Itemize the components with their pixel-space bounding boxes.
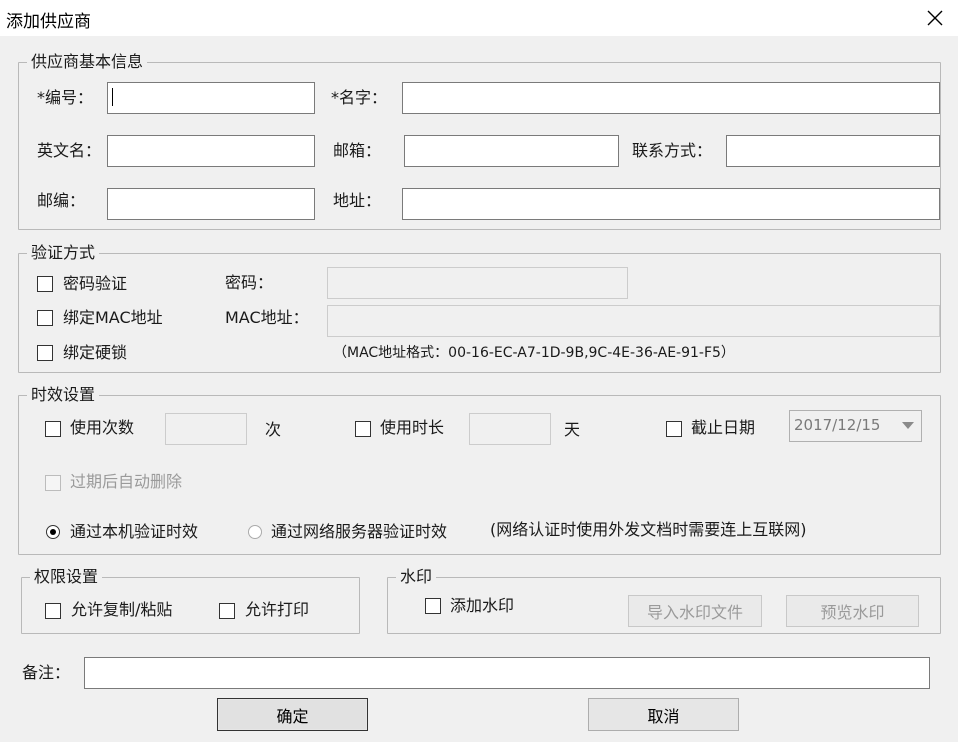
auto-delete-label: 过期后自动删除 (70, 472, 183, 491)
code-input[interactable] (107, 82, 315, 114)
auth-legend: 验证方式 (27, 242, 100, 264)
count-unit: 次 (265, 420, 282, 439)
radio-dot (50, 529, 56, 535)
password-check-label: 密码验证 (63, 274, 128, 293)
title-bar: 添加供应商 (0, 0, 958, 36)
contact-input[interactable] (726, 135, 940, 167)
basic-info-legend: 供应商基本信息 (27, 51, 148, 73)
radio-server-verify[interactable] (248, 525, 262, 539)
address-input[interactable] (402, 188, 940, 220)
code-label: *编号： (37, 88, 94, 107)
mac-checkbox[interactable] (37, 310, 53, 326)
dongle-checkbox[interactable] (37, 345, 53, 361)
print-checkbox[interactable] (219, 603, 235, 619)
mac-input[interactable] (327, 305, 940, 337)
permissions-legend: 权限设置 (30, 566, 103, 588)
chevron-down-icon (902, 422, 914, 429)
deadline-value: 2017/12/15 (794, 416, 881, 434)
import-watermark-button[interactable]: 导入水印文件 (628, 595, 762, 627)
window-title: 添加供应商 (6, 12, 91, 32)
zip-label: 邮编： (37, 191, 86, 210)
mac-check-label: 绑定MAC地址 (63, 308, 163, 327)
dongle-check-label: 绑定硬锁 (63, 343, 128, 362)
copy-paste-checkbox[interactable] (45, 603, 61, 619)
duration-unit: 天 (564, 420, 581, 439)
mac-label: MAC地址： (225, 308, 309, 327)
contact-label: 联系方式： (632, 141, 713, 160)
name-input[interactable] (402, 82, 940, 114)
use-count-input[interactable] (165, 413, 247, 445)
use-duration-checkbox[interactable] (355, 421, 371, 437)
name-label: *名字： (331, 88, 388, 107)
use-duration-input[interactable] (469, 413, 551, 445)
address-label: 地址： (333, 191, 382, 210)
auto-delete-checkbox[interactable] (45, 475, 61, 491)
add-watermark-checkbox[interactable] (425, 598, 441, 614)
deadline-label: 截止日期 (691, 418, 756, 437)
remarks-input[interactable] (84, 657, 930, 689)
print-label: 允许打印 (245, 600, 310, 619)
radio-server-label: 通过网络服务器验证时效 (271, 522, 448, 541)
use-count-label: 使用次数 (70, 418, 135, 437)
deadline-datepicker[interactable]: 2017/12/15 (789, 410, 922, 442)
zip-input[interactable] (107, 188, 315, 220)
email-label: 邮箱： (333, 141, 382, 160)
close-button[interactable] (912, 0, 958, 36)
password-label: 密码： (225, 273, 274, 292)
validity-legend: 时效设置 (27, 384, 100, 406)
dropdown-arrow-button[interactable] (895, 411, 921, 441)
ok-button[interactable]: 确定 (217, 698, 368, 731)
deadline-checkbox[interactable] (666, 421, 682, 437)
password-input[interactable] (327, 267, 628, 299)
text-cursor (112, 88, 113, 106)
mac-format-hint: （MAC地址格式：00-16-EC-A7-1D-9B,9C-4E-36-AE-9… (333, 345, 735, 361)
copy-paste-label: 允许复制/粘贴 (71, 600, 173, 619)
password-checkbox[interactable] (37, 276, 53, 292)
english-name-label: 英文名： (37, 141, 102, 160)
use-duration-label: 使用时长 (380, 418, 445, 437)
add-watermark-label: 添加水印 (450, 596, 515, 615)
email-input[interactable] (404, 135, 619, 167)
english-name-input[interactable] (107, 135, 315, 167)
preview-watermark-button[interactable]: 预览水印 (786, 595, 919, 627)
cancel-button[interactable]: 取消 (588, 698, 739, 731)
radio-local-verify[interactable] (46, 525, 60, 539)
use-count-checkbox[interactable] (45, 421, 61, 437)
remarks-label: 备注： (22, 663, 71, 682)
watermark-legend: 水印 (396, 566, 437, 588)
close-icon (927, 10, 943, 26)
radio-local-label: 通过本机验证时效 (70, 522, 199, 541)
network-hint: (网络认证时使用外发文档时需要连上互联网) (490, 520, 807, 539)
